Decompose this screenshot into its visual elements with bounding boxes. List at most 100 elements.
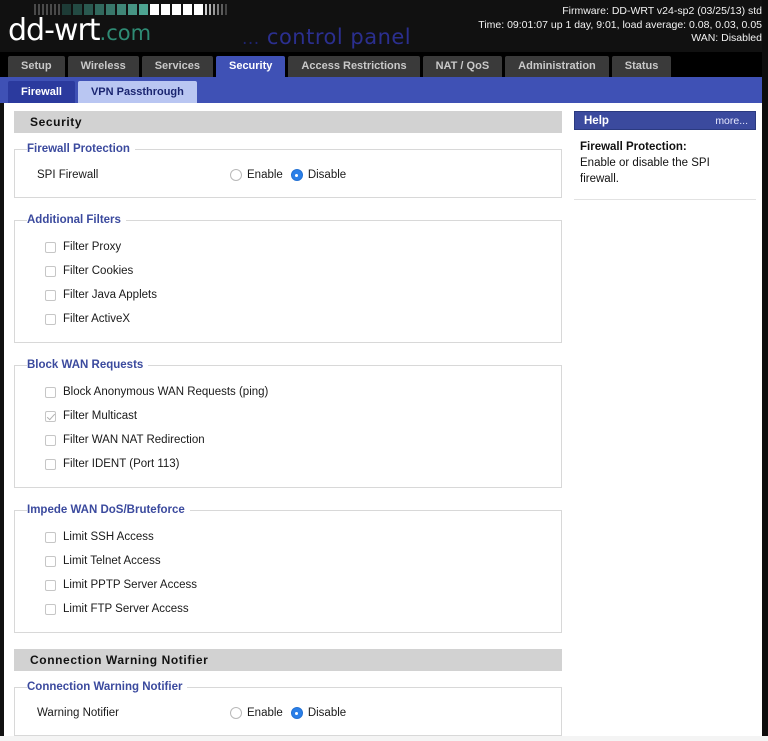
checkbox-icon[interactable]: [45, 579, 56, 591]
tab-setup[interactable]: Setup: [8, 56, 65, 77]
checkbox-row-limit-ssh-access[interactable]: Limit SSH Access: [25, 525, 551, 549]
firmware-version: Firmware: DD-WRT v24-sp2 (03/25/13) std: [562, 5, 762, 17]
sub-tab-bar: Firewall VPN Passthrough: [0, 77, 768, 103]
radio-group-warning-notifier: Enable Disable: [230, 707, 346, 719]
checkbox-row-filter-ident[interactable]: Filter IDENT (Port 113): [25, 452, 551, 476]
tab-wireless[interactable]: Wireless: [67, 56, 139, 77]
radio-group-spi-firewall: Enable Disable: [230, 169, 346, 181]
checkbox-label: Filter WAN NAT Redirection: [63, 434, 205, 446]
radio-spi-disable[interactable]: Disable: [290, 169, 347, 181]
checkbox-label: Filter Java Applets: [63, 289, 157, 301]
legend-block-wan-requests: Block WAN Requests: [27, 359, 144, 371]
help-panel-body: Firewall Protection: Enable or disable t…: [574, 130, 756, 200]
bottom-edge-strip: [0, 736, 768, 741]
control-panel-title: ... control panel: [242, 25, 411, 49]
control-panel-label: control panel: [266, 25, 412, 49]
checkbox-row-filter-wan-nat-redirection[interactable]: Filter WAN NAT Redirection: [25, 428, 551, 452]
radio-circle-selected-icon[interactable]: [290, 707, 303, 719]
checkbox-checked-icon[interactable]: [45, 410, 56, 422]
control-panel-dots: ...: [242, 29, 260, 49]
row-warning-notifier: Warning Notifier Enable Disable: [25, 702, 551, 724]
help-heading: Firewall Protection:: [580, 141, 687, 153]
legend-connection-warning-notifier: Connection Warning Notifier: [27, 681, 183, 693]
checkbox-row-filter-activex[interactable]: Filter ActiveX: [25, 307, 551, 331]
checkbox-icon[interactable]: [45, 386, 56, 398]
tab-administration[interactable]: Administration: [505, 56, 609, 77]
radio-circle-selected-icon[interactable]: [290, 169, 303, 181]
fieldset-block-wan-requests: Block WAN Requests Block Anonymous WAN R…: [14, 359, 562, 488]
radio-circle-icon[interactable]: [230, 169, 242, 181]
section-header-connection-warning-notifier: Connection Warning Notifier: [14, 649, 562, 671]
row-spi-firewall: SPI Firewall Enable Disable: [25, 164, 551, 186]
settings-column: Security Firewall Protection SPI Firewal…: [4, 103, 570, 741]
brand-tld: .com: [99, 21, 152, 45]
radio-warning-disable[interactable]: Disable: [290, 707, 347, 719]
checkbox-row-filter-proxy[interactable]: Filter Proxy: [25, 235, 551, 259]
checkbox-label: Limit FTP Server Access: [63, 603, 189, 615]
radio-label-disable: Disable: [307, 169, 347, 181]
main-tab-bar: Setup Wireless Services Security Access …: [0, 52, 768, 77]
checkbox-row-limit-ftp-server-access[interactable]: Limit FTP Server Access: [25, 597, 551, 621]
uptime-load: Time: 09:01:07 up 1 day, 9:01, load aver…: [478, 18, 762, 31]
checkbox-label: Filter Cookies: [63, 265, 134, 277]
checkbox-label: Filter IDENT (Port 113): [63, 458, 180, 470]
radio-spi-enable[interactable]: Enable: [230, 169, 283, 181]
checkbox-label: Limit SSH Access: [63, 531, 154, 543]
checkbox-row-filter-cookies[interactable]: Filter Cookies: [25, 259, 551, 283]
checkbox-icon[interactable]: [45, 434, 56, 446]
radio-label-enable: Enable: [247, 707, 283, 719]
checkbox-label: Block Anonymous WAN Requests (ping): [63, 386, 269, 398]
system-info: Firmware: DD-WRT v24-sp2 (03/25/13) std …: [478, 5, 762, 46]
checkbox-label: Filter Multicast: [63, 410, 138, 422]
tab-security[interactable]: Security: [215, 56, 286, 77]
checkbox-icon[interactable]: [45, 531, 56, 543]
legend-firewall-protection: Firewall Protection: [27, 143, 130, 155]
brand-logo: dd-wrt.com: [8, 2, 227, 48]
checkbox-label: Filter Proxy: [63, 241, 122, 253]
checkbox-icon[interactable]: [45, 458, 56, 470]
tab-access-restrictions[interactable]: Access Restrictions: [288, 56, 420, 77]
checkbox-icon[interactable]: [45, 603, 56, 615]
checkbox-icon[interactable]: [45, 555, 56, 567]
brand-name: dd-wrt: [8, 13, 101, 48]
radio-label-disable: Disable: [307, 707, 347, 719]
checkbox-icon[interactable]: [45, 241, 56, 253]
tab-nat-qos[interactable]: NAT / QoS: [422, 56, 503, 77]
checkbox-icon[interactable]: [45, 313, 56, 325]
legend-additional-filters: Additional Filters: [27, 214, 121, 226]
brand-wordmark: dd-wrt.com: [8, 16, 227, 48]
checkbox-icon[interactable]: [45, 289, 56, 301]
subtab-firewall[interactable]: Firewall: [8, 81, 75, 103]
help-more-link[interactable]: more...: [715, 115, 748, 127]
help-column: Help more... Firewall Protection: Enable…: [570, 103, 762, 741]
radio-warning-enable[interactable]: Enable: [230, 707, 283, 719]
wan-status: WAN: Disabled: [691, 32, 762, 44]
checkbox-label: Filter ActiveX: [63, 313, 131, 325]
checkbox-row-limit-telnet-access[interactable]: Limit Telnet Access: [25, 549, 551, 573]
fieldset-connection-warning-notifier: Connection Warning Notifier Warning Noti…: [14, 681, 562, 736]
fieldset-firewall-protection: Firewall Protection SPI Firewall Enable …: [14, 143, 562, 198]
fieldset-impede-wan-dos: Impede WAN DoS/Bruteforce Limit SSH Acce…: [14, 504, 562, 633]
checkbox-label: Limit PPTP Server Access: [63, 579, 197, 591]
right-edge-strip: [762, 0, 768, 741]
checkbox-row-filter-multicast[interactable]: Filter Multicast: [25, 404, 551, 428]
radio-circle-icon[interactable]: [230, 707, 242, 719]
section-header-security: Security: [14, 111, 562, 133]
help-description: Enable or disable the SPI firewall.: [580, 157, 710, 185]
checkbox-label: Limit Telnet Access: [63, 555, 161, 567]
checkbox-row-block-anonymous-wan[interactable]: Block Anonymous WAN Requests (ping): [25, 380, 551, 404]
help-title: Help: [584, 114, 609, 127]
page-root: dd-wrt.com ... control panel Firmware: D…: [0, 0, 768, 741]
radio-label-enable: Enable: [247, 169, 283, 181]
tab-services[interactable]: Services: [141, 56, 213, 77]
fieldset-additional-filters: Additional Filters Filter Proxy Filter C…: [14, 214, 562, 343]
tab-status[interactable]: Status: [611, 56, 672, 77]
checkbox-row-limit-pptp-server-access[interactable]: Limit PPTP Server Access: [25, 573, 551, 597]
checkbox-icon[interactable]: [45, 265, 56, 277]
help-panel-header: Help more...: [574, 111, 756, 130]
checkbox-row-filter-java-applets[interactable]: Filter Java Applets: [25, 283, 551, 307]
app-header: dd-wrt.com ... control panel Firmware: D…: [0, 0, 768, 52]
label-warning-notifier: Warning Notifier: [37, 707, 120, 719]
legend-impede-wan-dos: Impede WAN DoS/Bruteforce: [27, 504, 185, 516]
subtab-vpn-passthrough[interactable]: VPN Passthrough: [77, 81, 197, 103]
